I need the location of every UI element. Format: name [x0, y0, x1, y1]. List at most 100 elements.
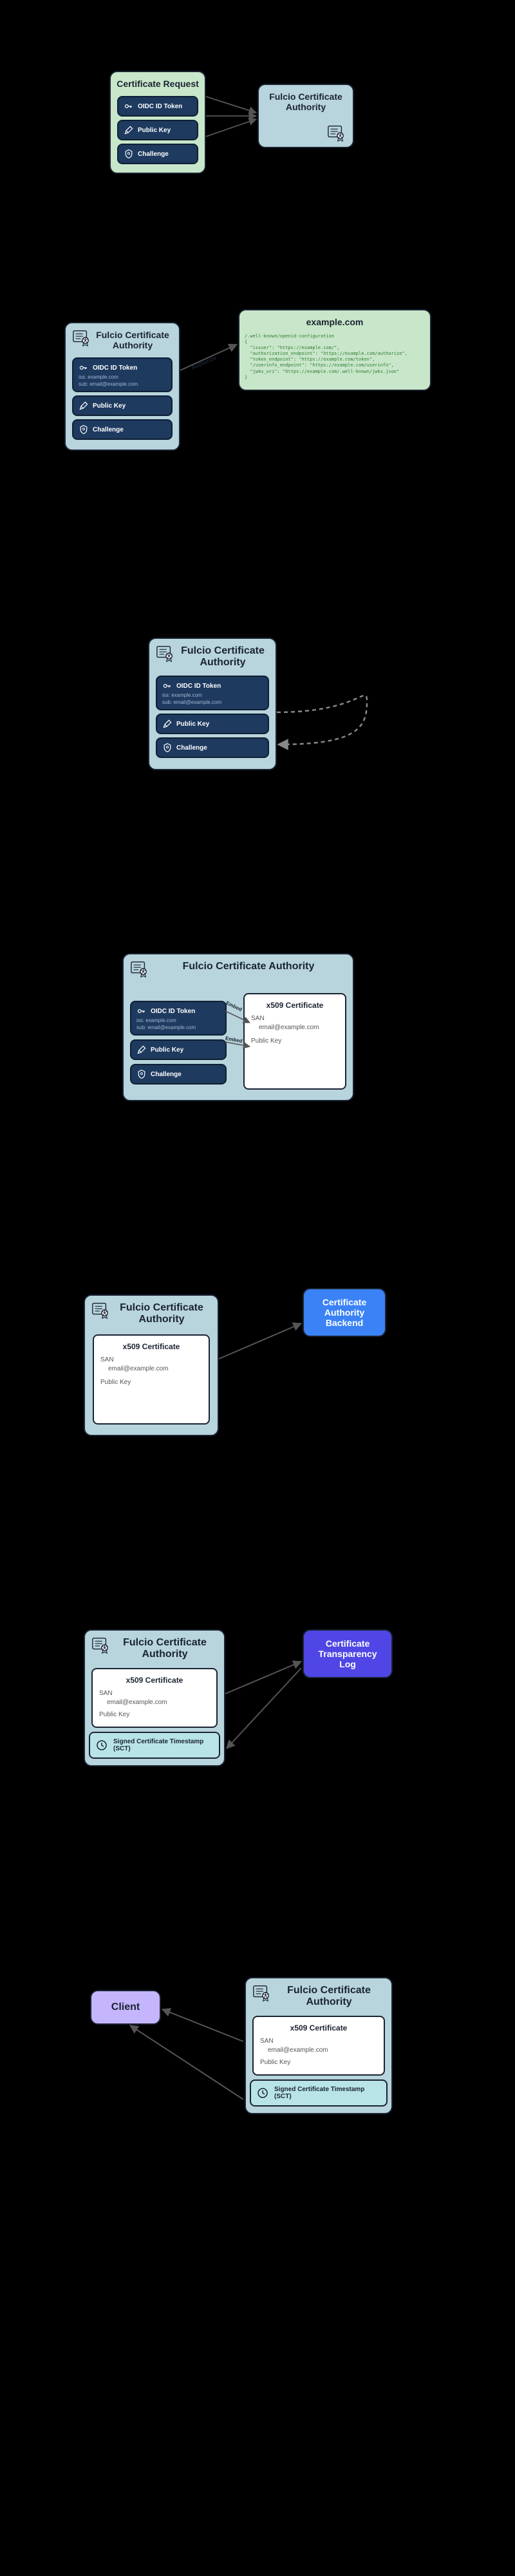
sct-label: Signed Certificate Timestamp (SCT) — [113, 1738, 214, 1752]
ct-log-card: Certificate Transparency Log — [303, 1629, 393, 1678]
oidc-label: OIDC ID Token — [151, 1008, 195, 1015]
iss-line: iss: example.com — [79, 374, 118, 380]
x509-title: x509 Certificate — [251, 1001, 339, 1010]
certificate-icon — [251, 1984, 272, 2002]
fulcio-ca-card: Fulcio Certificate Authority x509 Certif… — [84, 1294, 219, 1436]
certificate-request-card: Certificate Request OIDC ID Token Public… — [109, 71, 206, 174]
oidc-token-pill: OIDC ID Token iss: example.com sub: emai… — [130, 1001, 227, 1036]
pk-label: Public Key — [99, 1711, 210, 1718]
challenge-label: Challenge — [138, 151, 169, 158]
ca-backend-card: Certificate Authority Backend — [303, 1288, 386, 1337]
key-icon — [79, 363, 89, 373]
fulcio-ca-card: Fulcio Certificate Authority OIDC ID Tok… — [148, 638, 277, 770]
sub-line: sub: email@example.com — [136, 1025, 196, 1030]
authorize-label: Authorize — [191, 354, 218, 371]
key-icon — [136, 1006, 147, 1016]
pubkey-label: Public Key — [151, 1046, 183, 1054]
section-5-ca-backend: Fulcio Certificate Authority x509 Certif… — [0, 1198, 515, 1533]
clock-icon — [256, 2087, 269, 2099]
shield-icon — [162, 743, 173, 753]
public-key-pill: Public Key — [117, 120, 198, 140]
public-key-pill: Public Key — [72, 395, 173, 416]
oidc-token-pill: OIDC ID Token iss: example.com sub: emai… — [156, 676, 269, 710]
certificate-icon — [326, 124, 346, 142]
challenge-label: Challenge — [151, 1071, 182, 1078]
sct-pill: Signed Certificate Timestamp (SCT) — [89, 1732, 220, 1759]
oidc-token-pill: OIDC ID Token iss: example.com sub: emai… — [72, 357, 173, 392]
x509-title: x509 Certificate — [260, 2023, 377, 2032]
key-icon — [124, 101, 134, 111]
fulcio-ca-card: Fulcio Certificate Authority OIDC ID Tok… — [122, 953, 354, 1101]
iss-line: iss: example.com — [162, 692, 202, 698]
fulcio-ca-card: Fulcio Certificate Authority OIDC ID Tok… — [64, 322, 180, 451]
pen-icon — [124, 125, 134, 135]
oidc-token-pill: OIDC ID Token — [117, 96, 198, 117]
san-value: email@example.com — [251, 1024, 339, 1031]
fca-title: Fulcio Certificate Authority — [259, 85, 353, 116]
challenge-pill: Challenge — [72, 419, 173, 440]
x509-card: x509 Certificate SAN email@example.com P… — [243, 993, 346, 1090]
section-1-cert-request: Certificate Request OIDC ID Token Public… — [0, 0, 515, 245]
certificate-icon — [90, 1301, 111, 1319]
x509-card: x509 Certificate SAN email@example.com P… — [93, 1334, 210, 1425]
certificate-icon — [129, 960, 149, 978]
san-value: email@example.com — [99, 1699, 210, 1706]
fca-title: Fulcio Certificate Authority — [124, 954, 353, 976]
clock-icon — [95, 1739, 108, 1752]
openid-code: /.well-known/openid-configuration { "iss… — [239, 331, 430, 386]
san-value: email@example.com — [100, 1365, 202, 1372]
section-2-authorize: Fulcio Certificate Authority OIDC ID Tok… — [0, 245, 515, 554]
openid-config-card: example.com /.well-known/openid-configur… — [238, 309, 431, 391]
challenge-pill: Challenge — [130, 1064, 227, 1084]
section-3-challenge-loop: Fulcio Certificate Authority OIDC ID Tok… — [0, 554, 515, 876]
cert-request-title: Certificate Request — [111, 72, 205, 93]
section-4-embed-x509: Fulcio Certificate Authority OIDC ID Tok… — [0, 876, 515, 1198]
x509-title: x509 Certificate — [100, 1342, 202, 1351]
cab-title: Certificate Authority Backend — [323, 1297, 366, 1328]
arrows-overlay — [0, 1198, 515, 1533]
public-key-pill: Public Key — [156, 714, 269, 734]
pk-label: Public Key — [251, 1037, 339, 1045]
san-label: SAN — [100, 1356, 202, 1363]
x509-card: x509 Certificate SAN email@example.com P… — [91, 1668, 218, 1728]
san-label: SAN — [260, 2038, 377, 2045]
pen-icon — [162, 719, 173, 729]
fulcio-ca-card: Fulcio Certificate Authority — [258, 84, 354, 148]
oidc-label: OIDC ID Token — [176, 683, 221, 690]
sct-pill: Signed Certificate Timestamp (SCT) — [250, 2079, 388, 2107]
certificate-icon — [154, 644, 175, 662]
section-6-ct-log: Fulcio Certificate Authority x509 Certif… — [0, 1533, 515, 1893]
fulcio-ca-card: Fulcio Certificate Authority x509 Certif… — [84, 1629, 225, 1766]
san-label: SAN — [99, 1690, 210, 1697]
certificate-icon — [90, 1636, 111, 1654]
pubkey-label: Public Key — [176, 721, 209, 728]
oidc-label: OIDC ID Token — [138, 103, 182, 110]
pk-label: Public Key — [260, 2059, 377, 2066]
pubkey-label: Public Key — [138, 127, 171, 134]
oidc-label: OIDC ID Token — [93, 365, 137, 372]
sub-line: sub: email@example.com — [79, 381, 138, 387]
client-title: Client — [111, 2002, 140, 2012]
shield-icon — [79, 424, 89, 435]
pk-label: Public Key — [100, 1379, 202, 1386]
pen-icon — [136, 1045, 147, 1055]
public-key-pill: Public Key — [130, 1039, 227, 1060]
pubkey-label: Public Key — [93, 402, 126, 410]
fulcio-ca-card: Fulcio Certificate Authority x509 Certif… — [245, 1977, 393, 2114]
challenge-label: Challenge — [93, 426, 124, 433]
shield-icon — [124, 149, 134, 159]
x509-title: x509 Certificate — [99, 1676, 210, 1685]
section-7-client: Client Fulcio Certificate Authority x509… — [0, 1893, 515, 2254]
x509-card: x509 Certificate SAN email@example.com P… — [252, 2016, 385, 2076]
pen-icon — [79, 401, 89, 411]
sub-line: sub: email@example.com — [162, 699, 221, 705]
arrows-overlay — [0, 1533, 515, 1893]
shield-icon — [136, 1069, 147, 1079]
openid-domain: example.com — [239, 310, 430, 331]
sct-label: Signed Certificate Timestamp (SCT) — [274, 2086, 381, 2100]
challenge-pill: Challenge — [117, 144, 198, 164]
iss-line: iss: example.com — [136, 1018, 176, 1023]
certificate-icon — [71, 328, 91, 346]
challenge-pill: Challenge — [156, 737, 269, 758]
key-icon — [162, 681, 173, 691]
